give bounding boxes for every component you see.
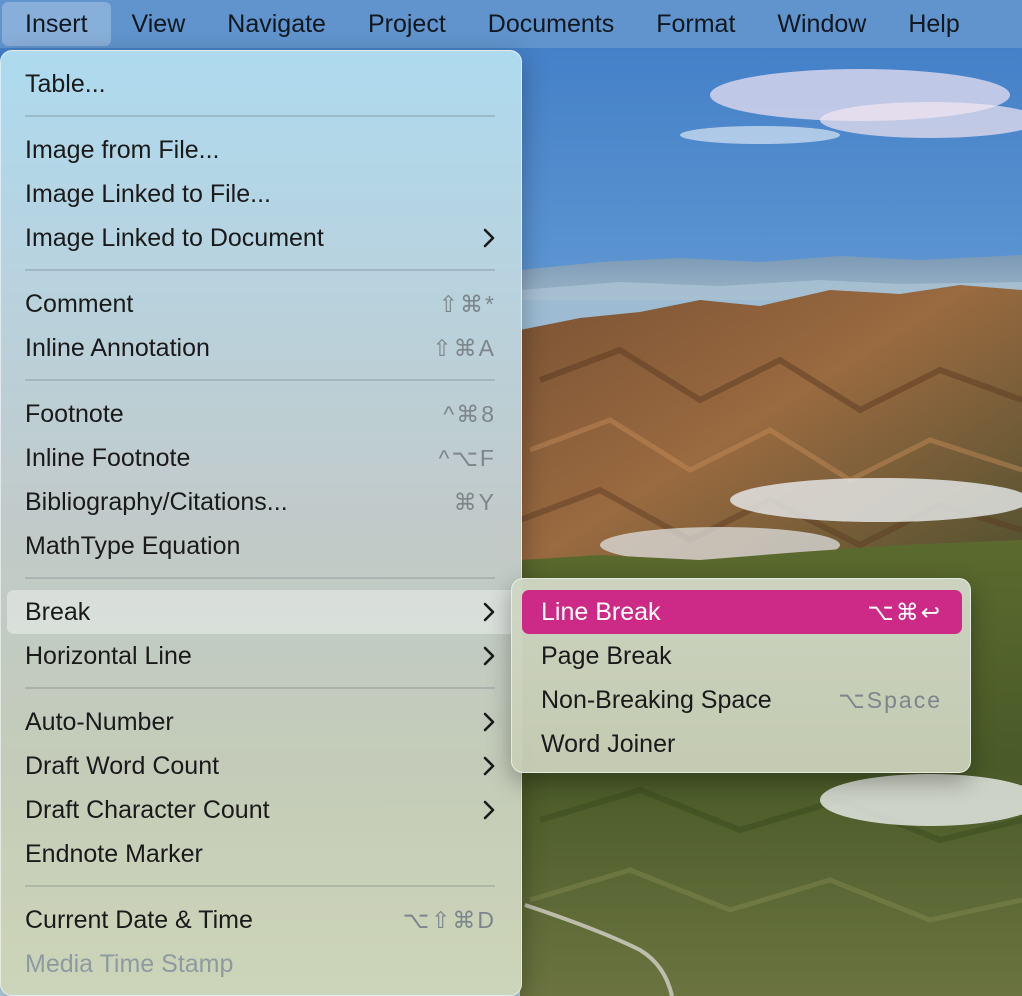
menu-item-footnote[interactable]: Footnote ^⌘8 [7,392,516,436]
menu-item-label: Auto-Number [25,707,174,736]
menu-item-label: Comment [25,289,134,318]
submenu-item-line-break[interactable]: Line Break ⌥⌘↩ [522,590,962,634]
shortcut-label: ^⌘8 [443,400,496,427]
menu-item-draft-word-count[interactable]: Draft Word Count [7,744,516,788]
menu-item-label: Image Linked to Document [25,223,324,252]
menu-item-label: Line Break [541,597,661,626]
submenu-item-word-joiner[interactable]: Word Joiner [522,722,962,766]
menu-item-inline-footnote[interactable]: Inline Footnote ^⌥F [7,436,516,480]
menu-item-image-linked-to-file[interactable]: Image Linked to File... [7,172,516,216]
menu-separator [25,115,495,117]
menu-item-bibliography-citations[interactable]: Bibliography/Citations... ⌘Y [7,480,516,524]
menu-item-label: Non-Breaking Space [541,685,772,714]
menu-item-label: Draft Word Count [25,751,220,780]
menu-item-label: Break [25,597,91,626]
chevron-right-icon [482,711,496,733]
menu-item-draft-character-count[interactable]: Draft Character Count [7,788,516,832]
shortcut-label: ⌥⇧⌘D [402,906,496,933]
menu-bar: Insert View Navigate Project Documents F… [0,0,1022,48]
menu-view[interactable]: View [111,0,207,48]
shortcut-label: ⇧⌘A [432,334,496,361]
shortcut-label: ⌥Space [838,686,942,713]
chevron-right-icon [482,799,496,821]
menu-item-horizontal-line[interactable]: Horizontal Line [7,634,516,678]
menu-item-label: MathType Equation [25,531,241,560]
menu-separator [25,687,495,689]
menu-item-label: Table... [25,69,106,98]
menu-item-label: Bibliography/Citations... [25,487,288,516]
menu-item-break[interactable]: Break [7,590,516,634]
menu-project[interactable]: Project [347,0,467,48]
menu-item-label: Page Break [541,641,672,670]
menu-window[interactable]: Window [756,0,887,48]
menu-item-label: Current Date & Time [25,905,253,934]
menu-item-auto-number[interactable]: Auto-Number [7,700,516,744]
menu-item-label: Draft Character Count [25,795,270,824]
menu-separator [25,885,495,887]
menu-item-label: Horizontal Line [25,641,192,670]
menu-item-label: Inline Footnote [25,443,191,472]
chevron-right-icon [482,601,496,623]
shortcut-label: ⇧⌘* [438,290,496,317]
menu-item-image-linked-to-document[interactable]: Image Linked to Document [7,216,516,260]
menu-item-label: Image Linked to File... [25,179,271,208]
submenu-item-page-break[interactable]: Page Break [522,634,962,678]
shortcut-label: ⌥⌘↩ [867,598,942,625]
menu-item-endnote-marker[interactable]: Endnote Marker [7,832,516,876]
menu-separator [25,379,495,381]
menu-help[interactable]: Help [887,0,980,48]
menu-navigate[interactable]: Navigate [206,0,347,48]
menu-item-current-date-time[interactable]: Current Date & Time ⌥⇧⌘D [7,898,516,942]
menu-separator [25,577,495,579]
menu-item-label: Inline Annotation [25,333,210,362]
menu-format[interactable]: Format [635,0,756,48]
menu-insert[interactable]: Insert [2,2,111,46]
chevron-right-icon [482,227,496,249]
menu-item-mathtype-equation[interactable]: MathType Equation [7,524,516,568]
menu-documents[interactable]: Documents [467,0,635,48]
break-submenu: Line Break ⌥⌘↩ Page Break Non-Breaking S… [511,578,971,773]
shortcut-label: ⌘Y [453,488,496,515]
menu-item-inline-annotation[interactable]: Inline Annotation ⇧⌘A [7,326,516,370]
submenu-item-non-breaking-space[interactable]: Non-Breaking Space ⌥Space [522,678,962,722]
menu-item-image-from-file[interactable]: Image from File... [7,128,516,172]
menu-item-label: Footnote [25,399,124,428]
menu-item-label: Endnote Marker [25,839,203,868]
insert-menu: Table... Image from File... Image Linked… [0,50,522,996]
menu-item-table[interactable]: Table... [7,62,516,106]
menu-item-comment[interactable]: Comment ⇧⌘* [7,282,516,326]
menu-item-label: Media Time Stamp [25,949,234,978]
chevron-right-icon [482,645,496,667]
menu-separator [25,269,495,271]
menu-item-label: Image from File... [25,135,220,164]
chevron-right-icon [482,755,496,777]
menu-item-media-time-stamp: Media Time Stamp [7,942,516,986]
shortcut-label: ^⌥F [438,444,496,471]
menu-item-label: Word Joiner [541,729,676,758]
